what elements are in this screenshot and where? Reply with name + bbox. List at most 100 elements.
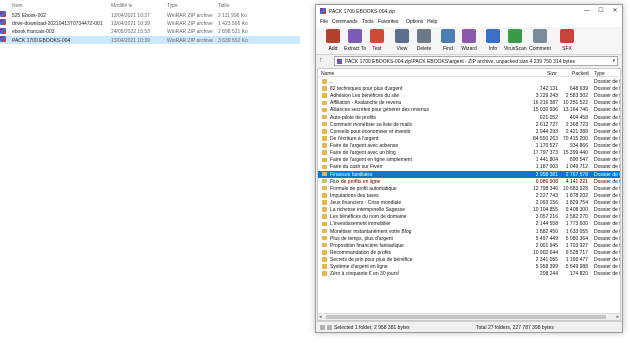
table-row[interactable]: Formule de profit automatique 12 798 346 1…	[318, 185, 620, 192]
close-button[interactable]: ✕	[608, 5, 622, 17]
table-row[interactable]: Comment monétiser sa liste de mails 2 612…	[318, 121, 620, 128]
explorer-row[interactable]: 525 Ebook-002 13/04/2021 10:27 WinRAR ZIP …	[0, 11, 300, 19]
menu-bar: File Commands Tools Favorites Options He…	[316, 17, 622, 27]
table-row[interactable]: Auto-pilote de profits 621 052 404 458 Doss…	[318, 114, 620, 121]
explorer-cell-type: WinRAR ZIP archive	[167, 37, 213, 44]
folder-icon	[322, 121, 327, 127]
table-row[interactable]: Zéro à cinquante € en 30 jours! 208 244 17…	[318, 270, 620, 277]
menu-options[interactable]: Options	[406, 19, 423, 25]
chevron-down-icon[interactable]: ▾	[612, 58, 615, 64]
menu-favorites[interactable]: Favorites	[378, 19, 399, 25]
explorer-row[interactable]: PACK 1700 EBOOKS-004 13/04/2021 10:39 WinR…	[0, 36, 300, 45]
cell-packed: 404 458	[569, 114, 588, 121]
test-button[interactable]: Test	[366, 29, 388, 54]
table-row[interactable]: .. Dossier de f	[318, 78, 620, 85]
cell-name: Les bénéfices du nom de domaine	[330, 214, 407, 221]
table-row[interactable]: Flux de profits en ligne 6 086 908 4 141 2…	[318, 178, 620, 185]
table-row[interactable]: Faire de l'argent en ligne simplement 1 4…	[318, 156, 620, 163]
explorer-col-name[interactable]: Nom	[12, 3, 23, 9]
menu-help[interactable]: Help	[427, 19, 437, 25]
menu-file[interactable]: File	[320, 19, 328, 25]
folder-icon	[322, 242, 327, 248]
cell-name: Conseils pour économiser et investir	[330, 128, 411, 135]
explorer-col-size[interactable]: Taille	[218, 3, 229, 9]
toolbar-label: Info	[488, 46, 498, 52]
table-row[interactable]: Conseils pour économiser et investir 2 94…	[318, 128, 620, 135]
extract-to-button[interactable]: Extract To	[344, 29, 366, 54]
cell-size: 742 131	[539, 86, 558, 93]
add-button[interactable]: Add	[322, 29, 344, 54]
menu-commands[interactable]: Commands	[332, 19, 358, 25]
horizontal-scrollbar[interactable]: ◂ ▸	[318, 313, 620, 320]
comment-button[interactable]: Comment	[529, 29, 551, 54]
table-row[interactable]: Les bénéfices du nom de domaine 3 057 216…	[318, 213, 620, 220]
cell-size: 2 341 055	[535, 257, 558, 263]
table-row[interactable]: Affiliation - Avalanche de revenu 16 216 …	[318, 99, 620, 106]
cell-type: Dossier de f	[594, 185, 621, 192]
col-size[interactable]: Size	[547, 71, 557, 77]
table-row[interactable]: Faire de l'argent avec un blog 17 797 373…	[318, 149, 620, 156]
explorer-col-date[interactable]: Modifié le	[111, 3, 132, 9]
folder-icon	[322, 100, 327, 106]
table-row[interactable]: Adhésion Les bénéfices du site 3 229 243 2…	[318, 92, 620, 99]
window-title: PACK 1700 EBOOKS-004.zip	[329, 8, 396, 15]
folder-icon	[322, 228, 327, 234]
wizard-button[interactable]: Wizard	[458, 29, 480, 54]
sfx-button[interactable]: SFX	[556, 29, 578, 54]
menu-tools[interactable]: Tools	[362, 19, 374, 25]
table-row[interactable]: Monétiser instantanément votre Blog 1 882…	[318, 228, 620, 235]
cell-name: Formule de profit automatique	[330, 185, 397, 192]
col-name[interactable]: Name	[321, 71, 334, 77]
cell-type: Dossier de f	[594, 192, 621, 199]
cell-size: 2 093 156	[535, 200, 558, 207]
table-row[interactable]: Recommandation de profits 10 902 644 9 528…	[318, 249, 620, 256]
explorer-row[interactable]: drive-download-20210413T073447Z-001 13/04…	[0, 19, 300, 27]
table-row[interactable]: La richesse intemporelle Sagesse 10 104 8…	[318, 206, 620, 213]
scroll-right-icon[interactable]: ▸	[616, 314, 619, 320]
cell-name: Faire de l'argent en ligne simplement	[330, 157, 412, 164]
table-row[interactable]: 82 techniques pour plus d'argent 742 131 6…	[318, 85, 620, 92]
virusscan-button[interactable]: VirusScan	[504, 29, 527, 54]
table-row[interactable]: Imputations des taxes 2 227 743 1 878 202 D…	[318, 192, 620, 199]
explorer-col-type[interactable]: Type	[167, 3, 178, 9]
table-row[interactable]: Plus de temps, plus d'argent 5 497 449 5 0…	[318, 235, 620, 242]
toolbar-label: Comment	[529, 46, 551, 52]
info-button[interactable]: Info	[482, 29, 504, 54]
view-button[interactable]: View	[391, 29, 413, 54]
path-field[interactable]: PACK 1700 EBOOKS-004.zip\PACK EBOOKS\arg…	[334, 56, 618, 66]
col-type[interactable]: Type	[594, 71, 605, 77]
col-packed[interactable]: Packed	[572, 71, 589, 77]
cell-size: 15 030 936	[532, 107, 558, 114]
table-row[interactable]: Système d'argent en ligne 5 958 399 5 649 …	[318, 263, 620, 270]
cell-packed: 5 080 364	[565, 235, 588, 242]
cell-name: ..	[330, 79, 333, 85]
cell-type: Dossier de f	[594, 264, 621, 271]
maximize-button[interactable]: ☐	[594, 5, 608, 17]
folder-icon	[322, 107, 327, 113]
cell-size: 2 227 743	[535, 192, 558, 199]
delete-button[interactable]: Delete	[413, 29, 435, 54]
up-arrow-icon[interactable]: ↑	[319, 57, 329, 65]
cell-packed: 9 408 300	[565, 207, 588, 214]
table-row[interactable]: Alliances secrètes pour générer des reve…	[318, 106, 620, 113]
minimize-button[interactable]: —	[580, 5, 594, 17]
cell-type: Dossier de f	[594, 135, 621, 142]
table-row[interactable]: Faire du cash sur Fiverr 1 187 003 1 049 7…	[318, 163, 620, 170]
explorer-row[interactable]: ebook francais-003 24/05/2022 15:53 WinRAR…	[0, 27, 300, 36]
folder-icon	[322, 250, 327, 255]
table-row[interactable]: Finances familiales 2 958 381 2 767 578 Dos…	[318, 170, 620, 178]
scroll-thumb[interactable]	[326, 315, 606, 319]
title-bar: PACK 1700 EBOOKS-004.zip — ☐ ✕	[316, 5, 622, 17]
find-button[interactable]: Find	[437, 29, 459, 54]
table-row[interactable]: De l'écriture à l'argent 84 550 263 70 415…	[318, 135, 620, 142]
status-total: Total 27 folders, 227 787 398 bytes	[476, 325, 554, 331]
table-row[interactable]: Faire de l'argent avec adsense 1 170 527 9…	[318, 142, 620, 149]
cell-type: Dossier de f	[594, 178, 621, 185]
cell-packed: 4 141 221	[565, 178, 588, 185]
table-row[interactable]: L'investissement immobilier 2 144 558 1 77…	[318, 220, 620, 227]
scroll-left-icon[interactable]: ◂	[319, 314, 322, 320]
table-row[interactable]: Jeux financiers - Crise mondiale 2 093 15…	[318, 199, 620, 206]
table-row[interactable]: Proposition financière fantastique 2 001 …	[318, 242, 620, 249]
table-row[interactable]: Secrets de prix pour plus de bénéfice 2 3…	[318, 256, 620, 263]
cell-packed: 10 251 522	[562, 100, 588, 107]
